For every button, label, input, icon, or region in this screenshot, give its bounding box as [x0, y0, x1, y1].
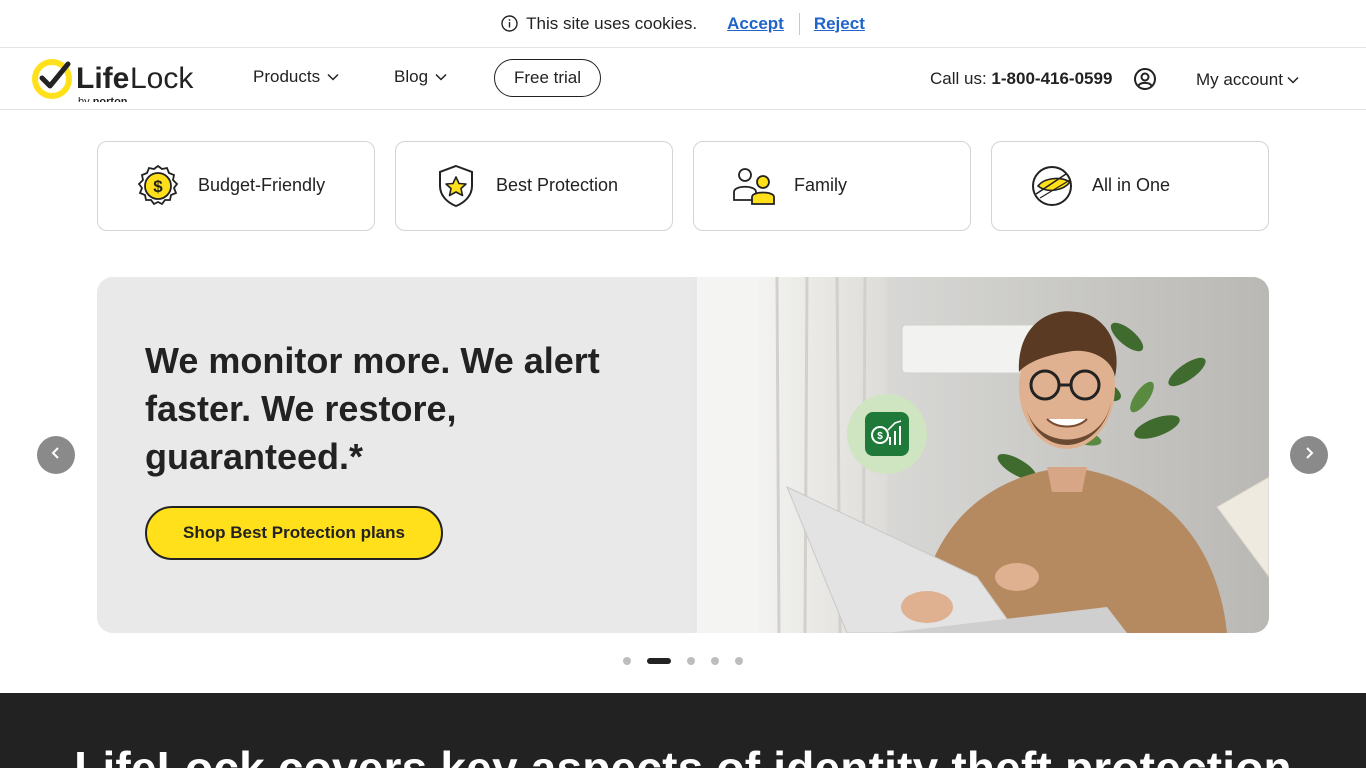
carousel-pagination — [0, 656, 1366, 666]
category-budget-friendly[interactable]: $ Budget-Friendly — [97, 141, 375, 231]
category-label: Family — [794, 175, 847, 195]
category-label: All in One — [1092, 175, 1171, 195]
svg-text:$: $ — [877, 431, 883, 442]
svg-text:Life: Life — [76, 62, 129, 95]
cookie-divider — [798, 12, 800, 35]
coverage-heading: LifeLock covers key aspects of identity … — [74, 742, 1292, 768]
hero-banner: $ We monitor more. We alert faster. We r… — [97, 277, 1269, 633]
cookie-reject-link[interactable]: Reject — [814, 14, 865, 34]
carousel-dot-5[interactable] — [735, 657, 743, 665]
category-best-protection[interactable]: Best Protection — [395, 141, 673, 231]
lifelock-logo[interactable]: Life Lock by norton — [32, 58, 197, 108]
call-us: Call us: 1-800-416-0599 — [930, 69, 1112, 89]
call-prefix: Call us: — [930, 69, 987, 88]
category-family[interactable]: Family — [693, 141, 971, 231]
chevron-right-icon — [1302, 446, 1316, 465]
carousel-dot-1[interactable] — [623, 657, 631, 665]
info-icon — [501, 15, 518, 32]
carousel-dot-2-active[interactable] — [647, 658, 671, 664]
nav-products[interactable]: Products — [253, 67, 339, 87]
carousel-dot-4[interactable] — [711, 657, 719, 665]
nav-blog-label: Blog — [394, 67, 429, 86]
chevron-down-icon — [1287, 76, 1299, 84]
my-account-label: My account — [1196, 70, 1283, 89]
coverage-section: LifeLock covers key aspects of identity … — [0, 693, 1366, 768]
svg-text:Lock: Lock — [130, 62, 194, 95]
svg-text:$: $ — [153, 177, 163, 196]
cookie-accept-link[interactable]: Accept — [727, 14, 784, 34]
carousel-dot-3[interactable] — [687, 657, 695, 665]
category-all-in-one[interactable]: All in One — [991, 141, 1269, 231]
chevron-left-icon — [49, 446, 63, 465]
category-label: Best Protection — [496, 175, 619, 195]
shield-star-icon — [434, 164, 478, 208]
my-account-menu[interactable]: My account — [1196, 70, 1299, 90]
shop-best-protection-button[interactable]: Shop Best Protection plans — [145, 506, 443, 560]
hero-photo-man-with-laptop: $ — [687, 277, 1269, 633]
carousel-prev-button[interactable] — [37, 436, 75, 474]
chevron-down-icon — [327, 73, 339, 81]
free-trial-button[interactable]: Free trial — [494, 59, 601, 97]
family-icon — [732, 164, 776, 208]
cookie-bar: This site uses cookies. Accept Reject — [0, 0, 1366, 48]
all-in-one-icon — [1030, 164, 1074, 208]
user-icon[interactable] — [1133, 67, 1157, 91]
chevron-down-icon — [435, 73, 447, 81]
carousel-next-button[interactable] — [1290, 436, 1328, 474]
svg-text:by norton: by norton — [78, 96, 128, 102]
cookie-message: This site uses cookies. — [526, 13, 698, 33]
category-label: Budget-Friendly — [198, 175, 326, 195]
nav-blog[interactable]: Blog — [394, 67, 447, 87]
hero-title: We monitor more. We alert faster. We res… — [145, 340, 600, 477]
nav-products-label: Products — [253, 67, 321, 86]
dollar-badge-icon: $ — [136, 164, 180, 208]
phone-number[interactable]: 1-800-416-0599 — [991, 69, 1112, 88]
site-header: Life Lock by norton Products Blog Free t… — [0, 49, 1366, 110]
